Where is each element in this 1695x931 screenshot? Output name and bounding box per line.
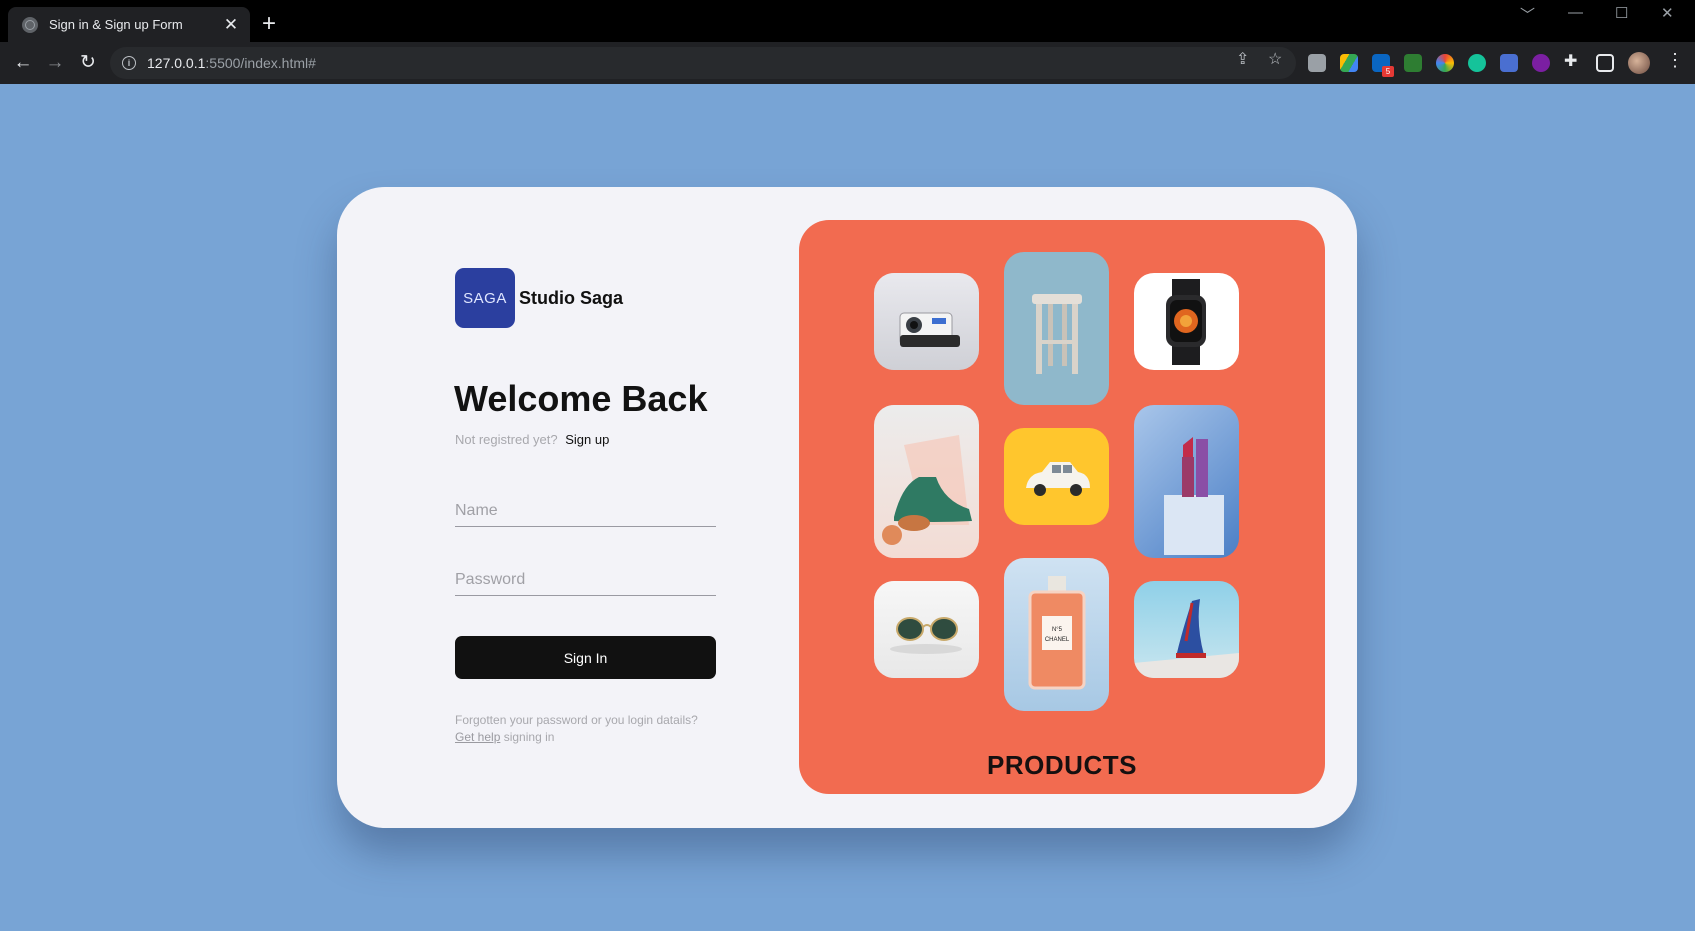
product-toy-car [1004, 428, 1109, 525]
product-stool [1004, 252, 1109, 405]
url-path: :5500/index.html# [205, 55, 316, 71]
sunglasses-icon [890, 617, 962, 654]
svg-text:CHANEL: CHANEL [1045, 637, 1070, 643]
share-icon[interactable]: ⇪ [1236, 49, 1249, 69]
record-icon[interactable] [1532, 54, 1550, 72]
color-picker-icon[interactable] [1436, 54, 1454, 72]
product-sunglasses [874, 581, 979, 678]
stool-icon [1032, 294, 1082, 374]
help-rest-text: signing in [503, 730, 555, 744]
product-camera [874, 273, 979, 370]
extensions-puzzle-icon[interactable]: ✚ [1564, 51, 1577, 71]
tab-title: Sign in & Sign up Form [49, 17, 183, 32]
page-background: SAGA Studio Saga Welcome Back Not regist… [0, 84, 1695, 931]
download-icon[interactable] [1404, 54, 1422, 72]
translate-icon[interactable] [1500, 54, 1518, 72]
back-arrow-icon[interactable]: ← [11, 51, 35, 75]
reload-icon[interactable]: ↻ [76, 51, 100, 75]
name-input[interactable] [455, 491, 716, 526]
tab-close-icon[interactable]: ✕ [222, 15, 240, 35]
product-high-heel [1134, 581, 1239, 678]
notification-badge: 5 [1382, 66, 1394, 77]
tab-search-icon[interactable]: ﹀ [1520, 4, 1535, 25]
lipstick-icon [1164, 437, 1224, 555]
maximize-button[interactable]: ☐ [1615, 4, 1628, 22]
camera-icon [899, 312, 960, 347]
extension-copy-icon[interactable] [1308, 54, 1326, 72]
help-text-line1: Forgotten your password or you login dat… [455, 713, 698, 727]
car-icon [1026, 462, 1090, 496]
info-icon[interactable]: i [122, 56, 136, 70]
browser-toolbar: ← → ↻ i 127.0.0.1:5500/index.html# ⇪ ☆ 5… [0, 42, 1695, 84]
product-smartwatch [1134, 273, 1239, 370]
password-input[interactable] [455, 560, 716, 595]
high-heel-icon [1134, 599, 1239, 678]
sign-in-button[interactable]: Sign In [455, 636, 716, 679]
product-lipstick [1134, 405, 1239, 558]
perfume-icon: N°5 CHANEL [1028, 576, 1086, 690]
browser-tab[interactable]: Sign in & Sign up Form ✕ [8, 7, 250, 42]
address-bar[interactable]: i 127.0.0.1:5500/index.html# [110, 47, 1296, 79]
product-perfume: N°5 CHANEL [1004, 558, 1109, 711]
products-title: PRODUCTS [987, 750, 1137, 780]
login-card: SAGA Studio Saga Welcome Back Not regist… [337, 187, 1357, 828]
page-title: Welcome Back [454, 378, 708, 419]
password-field [455, 560, 716, 596]
profile-avatar[interactable] [1628, 52, 1650, 74]
browser-titlebar: Sign in & Sign up Form ✕ + ﹀ — ☐ ✕ [0, 0, 1695, 42]
minimize-button[interactable]: — [1568, 4, 1583, 21]
url-host: 127.0.0.1 [147, 55, 206, 71]
url-text: 127.0.0.1:5500/index.html# [147, 55, 316, 71]
signup-link[interactable]: Sign up [565, 432, 609, 447]
menu-kebab-icon[interactable]: ⋮ [1666, 50, 1684, 71]
not-registered-text: Not registred yet? [455, 432, 558, 447]
brand-name: Studio Saga [519, 288, 624, 308]
smartwatch-icon [1166, 279, 1206, 365]
signup-prompt: Not registred yet? Sign up [455, 432, 609, 447]
globe-icon [22, 16, 38, 33]
get-help-link[interactable]: Get help [455, 730, 500, 744]
product-shoe [874, 405, 979, 558]
bookmark-star-icon[interactable]: ☆ [1268, 49, 1282, 69]
close-window-button[interactable]: ✕ [1661, 4, 1674, 22]
brand-logo: SAGA [455, 268, 515, 328]
side-panel-icon[interactable] [1596, 54, 1614, 72]
logo-text: SAGA [463, 289, 507, 307]
new-tab-button[interactable]: + [262, 10, 276, 38]
help-text-line2: Get help signing in [455, 730, 554, 744]
grammarly-icon[interactable] [1468, 54, 1486, 72]
shoe-icon [882, 435, 972, 545]
products-panel: N°5 CHANEL PRODUCTS [799, 220, 1325, 794]
name-field [455, 491, 716, 527]
forward-arrow-icon[interactable]: → [43, 51, 67, 75]
svg-text:N°5: N°5 [1052, 627, 1063, 633]
google-drive-icon[interactable] [1340, 54, 1358, 72]
